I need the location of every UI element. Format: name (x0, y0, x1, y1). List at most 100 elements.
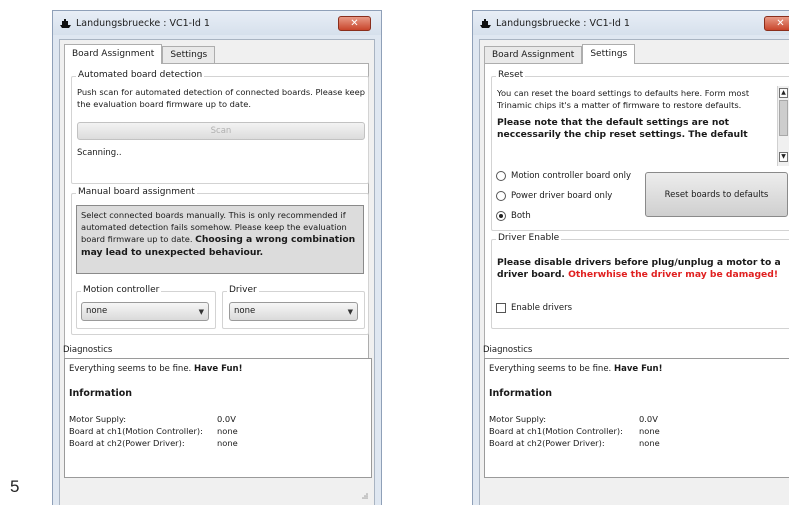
figure-number: 5 (10, 477, 20, 496)
info-key: Board at ch1(Motion Controller): (489, 426, 623, 436)
close-icon: ✕ (350, 18, 359, 29)
scroll-up-icon[interactable]: ▲ (779, 88, 788, 98)
reset-group: Reset You can reset the board settings t… (491, 70, 789, 231)
info-value: none (217, 438, 238, 448)
manual-info-box: Select connected boards manually. This i… (76, 205, 364, 274)
window-title: Landungsbruecke : VC1-Id 1 (496, 17, 630, 29)
manual-info-text: Select connected boards manually. This i… (81, 209, 362, 259)
info-row: Board at ch2(Power Driver): none (489, 438, 660, 448)
tab-bar: Board Assignment Settings (484, 44, 636, 64)
info-key: Board at ch1(Motion Controller): (69, 426, 203, 436)
reset-text-box[interactable]: You can reset the board settings to defa… (495, 86, 789, 166)
tab-board-assignment[interactable]: Board Assignment (64, 44, 163, 64)
ship-icon (480, 18, 491, 28)
tab-board-assignment[interactable]: Board Assignment (484, 46, 583, 64)
reset-text-plain: You can reset the board settings to defa… (497, 88, 750, 110)
info-value: none (217, 426, 238, 436)
info-row: Motor Supply: 0.0V (489, 414, 658, 424)
status-bold: Have Fun! (613, 364, 663, 374)
info-row: Board at ch1(Motion Controller): none (69, 426, 238, 436)
info-key: Motor Supply: (69, 414, 127, 424)
radio-label: Motion controller board only (511, 171, 631, 181)
radio-circle-icon (496, 171, 506, 181)
motion-controller-select[interactable]: none ▼ (81, 302, 209, 321)
diagnostics-status: Everything seems to be fine. Have Fun! (69, 364, 242, 374)
reset-boards-button[interactable]: Reset boards to defaults (645, 172, 788, 217)
enable-drivers-checkbox[interactable]: Enable drivers (496, 303, 572, 313)
info-value: none (639, 438, 660, 448)
information-heading: Information (489, 388, 553, 399)
tab-settings[interactable]: Settings (582, 44, 636, 64)
radio-motion-controller-only[interactable]: Motion controller board only (496, 171, 631, 181)
reset-text: You can reset the board settings to defa… (497, 87, 772, 141)
checkbox-icon (496, 303, 506, 313)
status-bold: Have Fun! (193, 364, 243, 374)
title-bar[interactable]: Landungsbruecke : VC1-Id 1 ✕ (53, 11, 381, 35)
driver-value: none (234, 306, 256, 316)
diagnostics-box: Everything seems to be fine. Have Fun! I… (64, 358, 372, 478)
tab-bar: Board Assignment Settings (64, 44, 216, 64)
close-icon: ✕ (776, 18, 785, 29)
settings-panel: Reset You can reset the board settings t… (484, 63, 789, 360)
title-bar[interactable]: Landungsbruecke : VC1-Id 1 ✕ (473, 11, 789, 35)
status-plain: Everything seems to be fine. (489, 364, 614, 374)
radio-circle-icon (496, 191, 506, 201)
info-key: Board at ch2(Power Driver): (69, 438, 185, 448)
motion-controller-group: Motion controller none ▼ (76, 285, 216, 329)
group-legend: Manual board assignment (76, 187, 197, 197)
automated-detection-group: Automated board detection Push scan for … (71, 70, 369, 184)
board-assignment-window: Landungsbruecke : VC1-Id 1 ✕ Board Assig… (52, 10, 382, 505)
group-legend: Driver (227, 285, 259, 295)
driver-note-warning: Otherwhise the driver may be damaged! (568, 269, 779, 280)
info-row: Motor Supply: 0.0V (69, 414, 236, 424)
scan-button[interactable]: Scan (77, 122, 365, 140)
information-heading: Information (69, 388, 133, 399)
info-key: Motor Supply: (489, 414, 547, 424)
scroll-thumb[interactable] (779, 100, 788, 136)
window-title: Landungsbruecke : VC1-Id 1 (76, 17, 210, 29)
radio-label: Both (511, 211, 531, 221)
scan-status: Scanning.. (77, 148, 122, 158)
info-key: Board at ch2(Power Driver): (489, 438, 605, 448)
close-button[interactable]: ✕ (764, 16, 789, 31)
checkbox-label: Enable drivers (511, 303, 573, 313)
diagnostics-legend: Diagnostics (483, 345, 533, 355)
group-legend: Automated board detection (76, 70, 205, 80)
info-row: Board at ch1(Motion Controller): none (489, 426, 660, 436)
close-button[interactable]: ✕ (338, 16, 371, 31)
diagnostics-box: Everything seems to be fine. Have Fun! I… (484, 358, 789, 478)
manual-assignment-group: Manual board assignment Select connected… (71, 187, 369, 335)
radio-both[interactable]: Both (496, 211, 531, 221)
status-plain: Everything seems to be fine. (69, 364, 194, 374)
driver-enable-note: Please disable drivers before plug/unplu… (497, 257, 789, 281)
scroll-down-icon[interactable]: ▼ (779, 152, 788, 162)
info-row: Board at ch2(Power Driver): none (69, 438, 238, 448)
motion-controller-value: none (86, 306, 108, 316)
chevron-down-icon: ▼ (347, 308, 353, 316)
radio-label: Power driver board only (511, 191, 613, 201)
chevron-down-icon: ▼ (198, 308, 204, 316)
diagnostics-legend: Diagnostics (63, 345, 113, 355)
driver-group: Driver none ▼ (222, 285, 365, 329)
info-value: 0.0V (639, 414, 658, 424)
group-legend: Motion controller (81, 285, 162, 295)
detection-description: Push scan for automated detection of con… (77, 87, 365, 109)
radio-selected-icon (496, 211, 506, 221)
settings-window: Landungsbruecke : VC1-Id 1 ✕ Board Assig… (472, 10, 789, 505)
group-legend: Reset (496, 70, 526, 80)
radio-power-driver-only[interactable]: Power driver board only (496, 191, 612, 201)
reset-scrollbar[interactable]: ▲ ▼ (777, 86, 789, 166)
tab-settings[interactable]: Settings (162, 46, 216, 64)
resize-grip-icon[interactable] (360, 491, 368, 499)
driver-select[interactable]: none ▼ (229, 302, 358, 321)
group-legend: Driver Enable (496, 233, 562, 243)
diagnostics-status: Everything seems to be fine. Have Fun! (489, 364, 662, 374)
board-assignment-panel: Automated board detection Push scan for … (64, 63, 369, 360)
ship-icon (60, 18, 71, 28)
window-client-area: Board Assignment Settings Automated boar… (59, 39, 375, 505)
window-client-area: Board Assignment Settings Reset You can … (479, 39, 789, 505)
driver-enable-group: Driver Enable Please disable drivers bef… (491, 233, 789, 329)
info-value: none (639, 426, 660, 436)
info-value: 0.0V (217, 414, 236, 424)
reset-text-bold: Please note that the default settings ar… (497, 117, 748, 140)
